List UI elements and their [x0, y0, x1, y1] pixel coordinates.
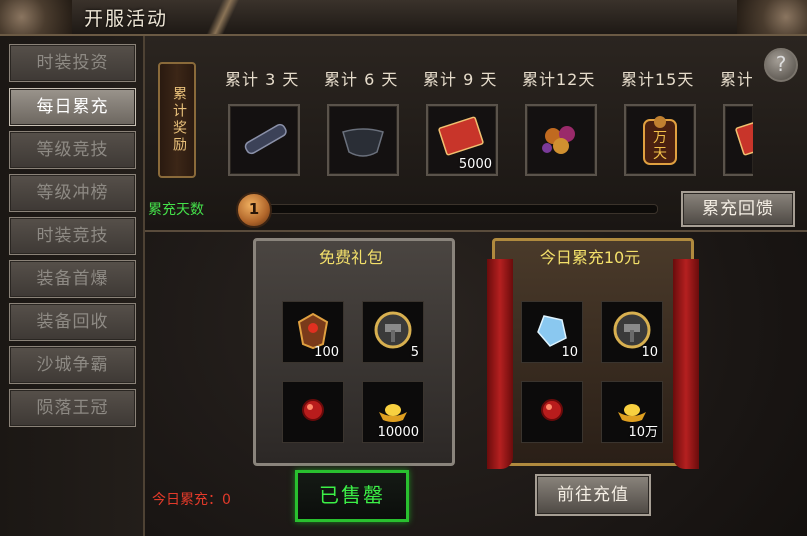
go-recharge-button[interactable]: 前往充值: [535, 474, 651, 516]
curtain-left-decoration: [487, 259, 513, 469]
window-title: 开服活动: [84, 8, 169, 30]
item-count: 5: [410, 345, 419, 360]
red-orb-icon: [541, 399, 563, 421]
crest-icon: [297, 312, 329, 350]
sidebar-item-fallen-crown[interactable]: 陨落王冠: [9, 389, 136, 427]
reward-slot-day3[interactable]: [228, 104, 300, 176]
item-count: 100: [314, 345, 339, 360]
pack-item-slot[interactable]: 10万: [601, 381, 663, 443]
title-swoosh-decoration: [180, 0, 270, 34]
reward-slot-day6[interactable]: [327, 104, 399, 176]
day-label-12: 累计12天: [522, 70, 596, 89]
sidebar-item-level-rank[interactable]: 等级冲榜: [9, 174, 136, 212]
day-label-more: 累计: [720, 70, 752, 89]
item-count: 10万: [628, 425, 658, 440]
pack-title-free: 免费礼包: [318, 248, 383, 267]
mask-icon: [342, 128, 384, 157]
pack-item-slot[interactable]: 10: [521, 301, 583, 363]
item-count: 10: [641, 345, 658, 360]
pack-item-slot[interactable]: 100: [282, 301, 344, 363]
day-label-6: 累计 6 天: [324, 70, 399, 89]
daily-recharge-10-pack: 今日累充10元 10 10 10万: [487, 238, 699, 469]
gem-pile-icon: [542, 126, 575, 154]
pack-item-slot[interactable]: [282, 381, 344, 443]
title-bar: 开服活动: [0, 0, 807, 36]
wanfu-text: 万 天: [653, 130, 667, 162]
day-label-9: 累计 9 天: [423, 70, 498, 89]
curtain-right-decoration: [673, 259, 699, 469]
sidebar-item-castle-war[interactable]: 沙城争霸: [9, 346, 136, 384]
item-count: 5000: [458, 157, 492, 172]
cumulative-rewards-banner: 累计奖励: [158, 62, 196, 178]
blue-crystal-icon: [537, 315, 567, 347]
recharge-days-progress: [246, 204, 658, 214]
sidebar-item-fashion-invest[interactable]: 时装投资: [9, 44, 136, 82]
hammer-medal-icon: [374, 311, 412, 349]
sidebar-item-equip-first-drop[interactable]: 装备首爆: [9, 260, 136, 298]
pack-item-slot[interactable]: 5: [362, 301, 424, 363]
sidebar-item-equip-recycle[interactable]: 装备回收: [9, 303, 136, 341]
sidebar-item-fashion-compete[interactable]: 时装竞技: [9, 217, 136, 255]
day-label-3: 累计 3 天: [225, 70, 300, 89]
pack-item-slot[interactable]: 10000: [362, 381, 424, 443]
dragon-ornament-icon: [0, 0, 72, 34]
pack-item-slot[interactable]: [521, 381, 583, 443]
scroll-icon: [244, 123, 287, 155]
help-button[interactable]: ?: [764, 48, 798, 82]
free-gift-pack: 免费礼包 100 5 10000: [253, 238, 455, 466]
sidebar-item-level-compete[interactable]: 等级竞技: [9, 131, 136, 169]
item-count: 10: [561, 345, 578, 360]
dragon-ornament-right-icon: [737, 0, 807, 34]
recharge-days-label: 累充天数: [148, 202, 204, 218]
hammer-medal-icon: [613, 311, 651, 349]
sidebar-item-daily-recharge[interactable]: 每日累充: [9, 88, 136, 126]
gold-ingot-icon: [379, 404, 407, 422]
reward-slot-day9[interactable]: 5000: [426, 104, 498, 176]
reward-slot-day12[interactable]: [525, 104, 597, 176]
red-orb-icon: [302, 399, 324, 421]
progress-day-knob: 1: [236, 192, 272, 228]
activity-sidebar: 时装投资 每日累充 等级竞技 等级冲榜 时装竞技 装备首爆 装备回收 沙城争霸 …: [0, 36, 145, 536]
window-frame: 开服活动 时装投资 每日累充 等级竞技 等级冲榜 时装竞技 装备首爆 装备回收 …: [0, 0, 807, 536]
recharge-feedback-button[interactable]: 累充回馈: [681, 191, 795, 227]
reward-slot-day15[interactable]: 万 天: [624, 104, 696, 176]
today-recharge-amount: 今日累充：0: [152, 492, 231, 508]
reward-slot-more[interactable]: [723, 104, 753, 176]
pack-title-paid: 今日累充10元: [539, 248, 641, 267]
sold-out-button[interactable]: 已售罄: [295, 470, 409, 522]
red-envelope-icon: [735, 116, 753, 156]
item-count: 10000: [377, 425, 419, 440]
day-label-15: 累计15天: [621, 70, 695, 89]
pack-item-slot[interactable]: 10: [601, 301, 663, 363]
